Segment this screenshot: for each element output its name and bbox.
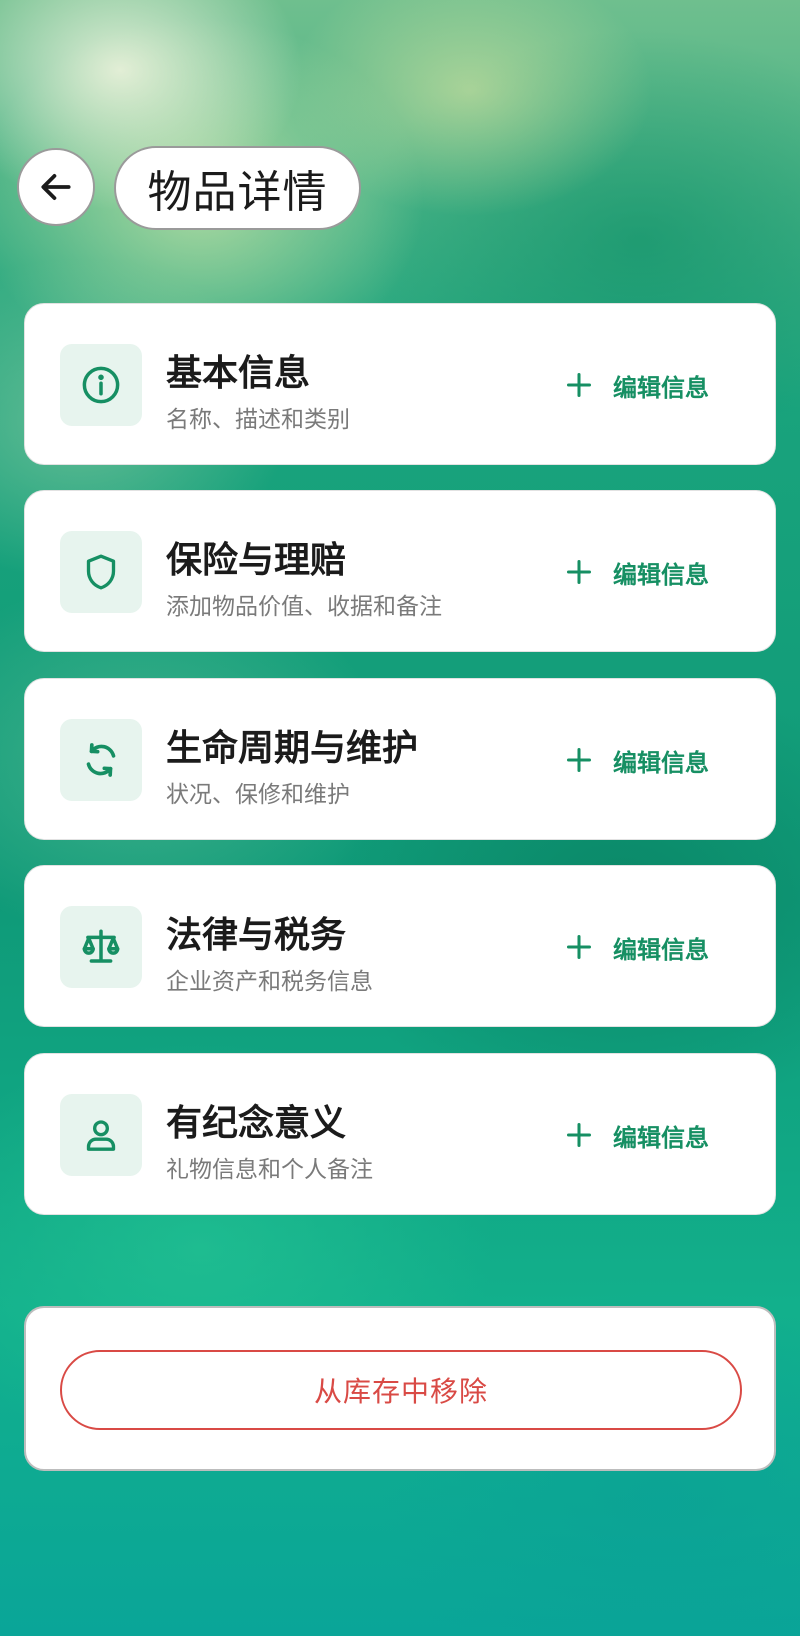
page-title-text: 物品详情	[147, 167, 328, 218]
plus-icon	[565, 371, 593, 399]
section-icon-box	[60, 344, 142, 426]
scale-balance-icon	[82, 929, 120, 963]
section-subtitle: 添加物品价值、收据和备注	[166, 594, 442, 620]
edit-info-button[interactable]: 编辑信息	[565, 362, 709, 408]
section-title: 有纪念意义	[166, 1103, 347, 1144]
section-subtitle: 企业资产和税务信息	[166, 969, 373, 995]
remove-from-inventory-button[interactable]: 从库存中移除	[60, 1350, 742, 1430]
plus-icon	[565, 1121, 593, 1149]
section-card-basic-info: 基本信息 名称、描述和类别 编辑信息	[24, 303, 776, 465]
section-title: 生命周期与维护	[166, 728, 419, 769]
plus-icon	[565, 746, 593, 774]
back-button[interactable]	[17, 148, 95, 226]
edit-info-button[interactable]: 编辑信息	[565, 1112, 709, 1158]
shield-icon	[86, 554, 116, 590]
plus-icon	[565, 558, 593, 586]
section-title: 基本信息	[166, 353, 311, 394]
edit-info-label: 编辑信息	[613, 373, 709, 402]
edit-info-button[interactable]: 编辑信息	[565, 924, 709, 970]
section-title: 法律与税务	[166, 915, 347, 956]
page-title: 物品详情	[114, 146, 361, 230]
info-circle-icon	[82, 366, 120, 404]
arrow-left-icon	[41, 174, 71, 200]
section-card-sentimental: 有纪念意义 礼物信息和个人备注 编辑信息	[24, 1053, 776, 1215]
plus-icon	[565, 933, 593, 961]
edit-info-label: 编辑信息	[613, 560, 709, 589]
edit-info-label: 编辑信息	[613, 935, 709, 964]
edit-info-button[interactable]: 编辑信息	[565, 737, 709, 783]
section-icon-box	[60, 719, 142, 801]
section-icon-box	[60, 1094, 142, 1176]
section-title: 保险与理赔	[166, 540, 347, 581]
section-card-legal-tax: 法律与税务 企业资产和税务信息 编辑信息	[24, 865, 776, 1027]
edit-info-button[interactable]: 编辑信息	[565, 549, 709, 595]
edit-info-label: 编辑信息	[613, 748, 709, 777]
section-subtitle: 状况、保修和维护	[166, 782, 350, 808]
section-subtitle: 名称、描述和类别	[166, 407, 350, 433]
section-card-insurance: 保险与理赔 添加物品价值、收据和备注 编辑信息	[24, 490, 776, 652]
edit-info-label: 编辑信息	[613, 1123, 709, 1152]
section-icon-box	[60, 906, 142, 988]
section-icon-box	[60, 531, 142, 613]
refresh-cycle-icon	[86, 743, 116, 777]
section-card-lifecycle: 生命周期与维护 状况、保修和维护 编辑信息	[24, 678, 776, 840]
section-subtitle: 礼物信息和个人备注	[166, 1157, 373, 1183]
remove-from-inventory-label: 从库存中移除	[313, 1375, 488, 1408]
person-icon	[86, 1120, 116, 1151]
remove-panel: 从库存中移除	[24, 1306, 776, 1471]
